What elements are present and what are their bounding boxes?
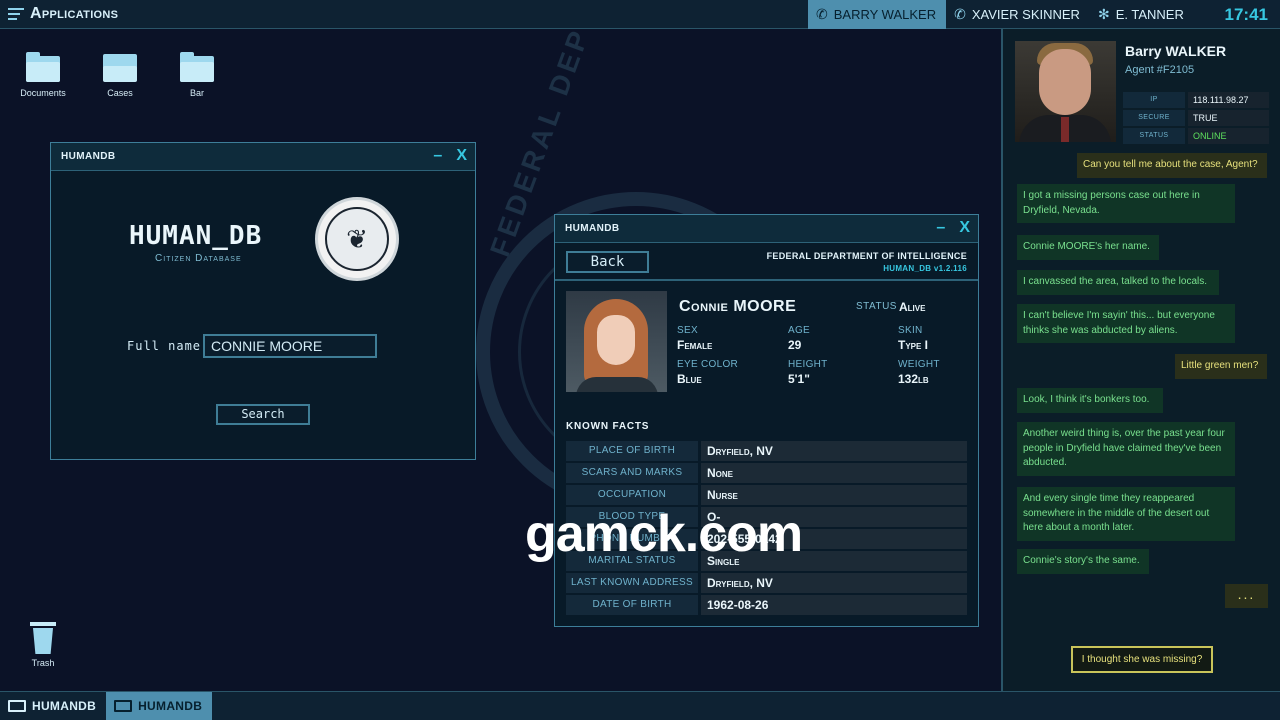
window-icon	[114, 700, 133, 712]
contact-tab-xavier-skinner[interactable]: ✆ XAVIER SKINNER	[946, 0, 1090, 29]
agent-chat-panel: Barry WALKER Agent #F2105 IP 118.111.98.2…	[1001, 29, 1280, 691]
desktop-icon-label: Documents	[20, 88, 66, 98]
contact-name: XAVIER SKINNER	[971, 7, 1080, 22]
attr-age: AGE 29	[788, 325, 811, 352]
fact-row: DATE OF BIRTH 1962-08-26	[566, 595, 967, 615]
bar-folder-icon	[180, 52, 214, 82]
department-seal-logo: ❦	[315, 197, 399, 281]
chat-message-agent: Another weird thing is, over the past ye…	[1017, 422, 1235, 476]
clock: 17:41	[1224, 5, 1268, 24]
chat-message-agent: And every single time they reappeared so…	[1017, 487, 1235, 541]
status-value: Alive	[899, 300, 926, 314]
taskbar-item-humandb-1[interactable]: HUMANDB	[0, 692, 106, 720]
humandb-dossier-window: HUMANDB – X Back FEDERAL DEPARTMENT OF I…	[554, 214, 979, 627]
chat-message-me: Little green men?	[1175, 354, 1267, 379]
taskbar-item-humandb-2[interactable]: HUMANDB	[106, 692, 213, 720]
agent-photo	[1015, 41, 1116, 142]
contact-tabs: ✆ BARRY WALKER ✆ XAVIER SKINNER ✻ E. TAN…	[808, 0, 1194, 29]
window-title: HUMANDB	[565, 223, 620, 234]
back-button[interactable]: Back	[566, 251, 649, 273]
attr-eye-color: EYE COLOR Blue	[677, 359, 739, 386]
divider	[555, 279, 978, 281]
taskbar-label: HUMANDB	[138, 699, 203, 713]
agent-info-row: IP 118.111.98.27	[1123, 92, 1269, 108]
fact-row: OCCUPATION Nurse	[566, 485, 967, 505]
attr-weight: WEIGHT 132lb	[898, 359, 940, 386]
chat-message-agent: I canvassed the area, talked to the loca…	[1017, 270, 1219, 295]
chat-message-agent: Connie MOORE's her name.	[1017, 235, 1159, 260]
attr-skin: SKIN Type I	[898, 325, 929, 352]
menu-icon	[8, 8, 24, 20]
desktop-icon-trash[interactable]: Trash	[13, 622, 73, 668]
attr-height: HEIGHT 5'1"	[788, 359, 828, 386]
desktop-icon-label: Trash	[31, 658, 55, 668]
window-titlebar[interactable]: HUMANDB – X	[555, 215, 978, 243]
watermark: gamck.com	[525, 505, 803, 563]
chat-message-agent: Look, I think it's bonkers too.	[1017, 388, 1163, 413]
agent-name: Barry WALKER	[1125, 43, 1227, 59]
minimize-icon[interactable]: –	[936, 219, 945, 237]
window-titlebar[interactable]: HUMANDB – X	[51, 143, 475, 171]
citizen-name: Connie MOORE	[679, 298, 797, 315]
taskbar-label: HUMANDB	[32, 699, 97, 713]
app-title: HUMAN_DB	[129, 221, 263, 251]
contact-tab-barry-walker[interactable]: ✆ BARRY WALKER	[808, 0, 947, 29]
contact-name: BARRY WALKER	[833, 7, 937, 22]
gear-icon: ✻	[1097, 6, 1110, 22]
applications-menu-button[interactable]: Applications	[0, 0, 150, 29]
reply-option-button[interactable]: I thought she was missing?	[1071, 646, 1213, 673]
chat-message-agent: I can't believe I'm sayin' this... but e…	[1017, 304, 1235, 343]
desktop-icon-documents[interactable]: Documents	[13, 52, 73, 98]
contact-name: E. TANNER	[1115, 7, 1184, 22]
taskbar: HUMANDB HUMANDB	[0, 691, 1280, 720]
fact-row: LAST KNOWN ADDRESS Dryfield, NV	[566, 573, 967, 593]
chat-message-me: Can you tell me about the case, Agent?	[1077, 153, 1267, 178]
full-name-label: Full name	[127, 339, 202, 353]
phone-icon: ✆	[816, 6, 828, 22]
contact-tab-e-tanner[interactable]: ✻ E. TANNER	[1090, 0, 1194, 29]
agent-id: Agent #F2105	[1125, 64, 1195, 76]
agency-header: FEDERAL DEPARTMENT OF INTELLIGENCE HUMAN…	[767, 251, 967, 273]
app-version: HUMAN_DB v1.2.116	[883, 264, 967, 273]
desktop-icon-label: Bar	[189, 88, 204, 98]
chat-message-agent: I got a missing persons case out here in…	[1017, 184, 1235, 223]
eagle-icon: ❦	[325, 207, 389, 271]
trash-icon	[30, 622, 56, 654]
status-label: STATUS	[856, 301, 897, 312]
phone-icon: ✆	[954, 6, 966, 22]
desktop-icon-label: Cases	[107, 88, 133, 98]
window-title: HUMANDB	[61, 151, 116, 162]
close-icon[interactable]: X	[959, 219, 970, 237]
agency-name: FEDERAL DEPARTMENT OF INTELLIGENCE	[766, 251, 967, 261]
attr-sex: SEX Female	[677, 325, 713, 352]
close-icon[interactable]: X	[456, 147, 467, 165]
fact-row: SCARS AND MARKS None	[566, 463, 967, 483]
citizen-photo	[566, 291, 667, 392]
documents-folder-icon	[26, 52, 60, 82]
minimize-icon[interactable]: –	[433, 147, 442, 165]
typing-indicator: ...	[1225, 584, 1268, 608]
agent-info-row: SECURE TRUE	[1123, 110, 1269, 126]
fact-row: PLACE OF BIRTH Dryfield, NV	[566, 441, 967, 461]
search-button[interactable]: Search	[216, 404, 310, 425]
cases-tray-icon	[103, 52, 137, 82]
app-subtitle: Citizen Database	[155, 253, 242, 264]
agent-info-table: IP 118.111.98.27 SECURE TRUE STATUS ONLINE	[1123, 92, 1269, 146]
applications-label: Applications	[30, 5, 119, 22]
top-bar: Applications ✆ BARRY WALKER ✆ XAVIER SKI…	[0, 0, 1280, 29]
known-facts-title: KNOWN FACTS	[566, 421, 650, 432]
desktop-icon-bar[interactable]: Bar	[167, 52, 227, 98]
humandb-search-window: HUMANDB – X HUMAN_DB Citizen Database ❦ …	[50, 142, 476, 460]
full-name-input[interactable]	[203, 334, 377, 358]
chat-message-agent: Connie's story's the same.	[1017, 549, 1149, 574]
desktop-icon-cases[interactable]: Cases	[90, 52, 150, 98]
agent-info-row: STATUS ONLINE	[1123, 128, 1269, 144]
window-icon	[8, 700, 26, 712]
